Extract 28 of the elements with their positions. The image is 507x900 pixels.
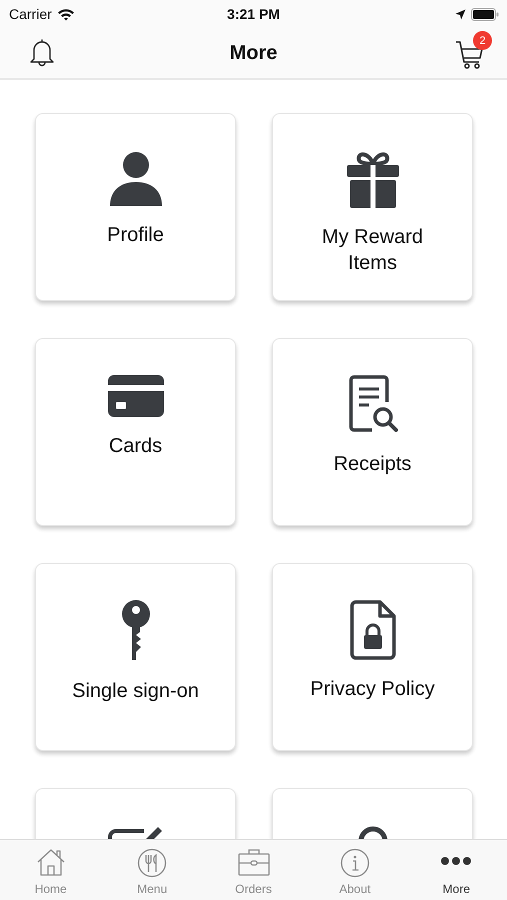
menu-tile[interactable]: Receipts [272,338,473,526]
tab-bar-item[interactable]: More [406,840,507,900]
home-icon [36,848,66,876]
fork-knife-icon [137,848,168,878]
key-icon [120,600,150,662]
notifications-button[interactable] [28,37,56,69]
document-lock-icon [350,600,396,660]
location-icon [455,8,466,20]
more-icon [440,856,472,866]
page-title: More [230,42,278,64]
info-icon [340,848,370,878]
person-icon [108,150,162,206]
menu-tile[interactable]: Cards [35,338,236,526]
battery-icon [471,8,499,20]
bell-icon [28,37,56,69]
menu-tile[interactable]: My Reward Items [272,113,473,301]
menu-tile[interactable]: Single sign-on [35,563,236,751]
gift-icon [346,150,400,208]
wifi-icon [56,8,75,20]
briefcase-icon [238,848,270,876]
cart-button[interactable]: 2 [455,31,492,70]
menu-tile[interactable]: Profile [35,113,236,301]
status-time: 3:21 PM [227,6,280,22]
cart-count-badge: 2 [473,31,492,50]
menu-tile[interactable]: Privacy Policy [272,563,473,751]
credit-card-icon [108,375,164,417]
carrier-name: Carrier [9,6,52,22]
receipt-search-icon [348,375,398,435]
